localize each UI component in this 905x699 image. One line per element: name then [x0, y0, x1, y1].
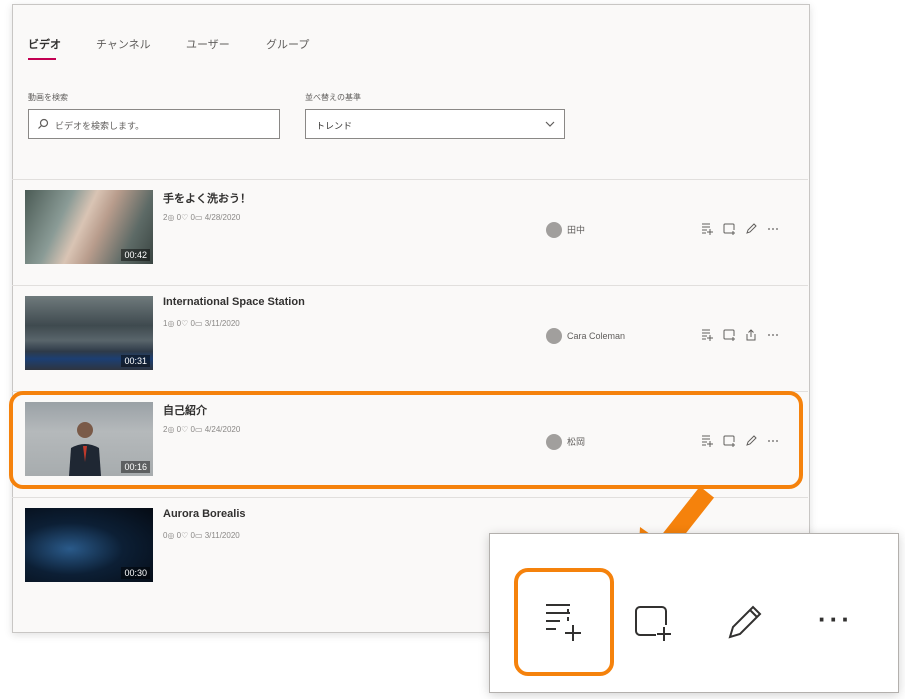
more-icon[interactable]	[766, 328, 780, 342]
video-owner[interactable]: Cara Coleman	[546, 327, 626, 344]
owner-name: 田中	[567, 225, 586, 236]
avatar	[546, 327, 562, 344]
video-duration: 00:30	[121, 567, 150, 579]
sort-value: トレンド	[316, 121, 353, 131]
share-icon[interactable]	[744, 328, 758, 342]
video-row[interactable]: 00:42 手をよく洗おう！ 2◎ 0♡ 0▭ 4/28/2020 田中	[12, 179, 808, 280]
add-to-group-icon[interactable]	[722, 434, 736, 448]
video-thumbnail[interactable]: 00:16	[25, 402, 153, 476]
video-title[interactable]: 手をよく洗おう！	[163, 190, 251, 206]
add-to-playlist-icon[interactable]	[540, 597, 588, 645]
edit-icon[interactable]	[744, 434, 758, 448]
video-stats: 1◎ 0♡ 0▭ 3/11/2020	[163, 319, 240, 328]
video-title[interactable]: Aurora Borealis	[163, 508, 246, 520]
more-icon[interactable]	[766, 222, 780, 236]
video-duration: 00:31	[121, 355, 150, 367]
video-title[interactable]: International Space Station	[163, 296, 305, 308]
row-actions	[700, 328, 792, 342]
active-tab-indicator	[28, 58, 56, 60]
avatar	[546, 433, 562, 450]
tab-users[interactable]: ユーザー	[186, 36, 230, 52]
video-thumbnail[interactable]: 00:42	[25, 190, 153, 264]
chevron-down-icon	[545, 121, 555, 127]
action-icons-zoom: ···	[489, 533, 899, 693]
more-icon[interactable]: ···	[818, 604, 853, 635]
edit-icon[interactable]	[744, 222, 758, 236]
video-stats: 2◎ 0♡ 0▭ 4/24/2020	[163, 425, 241, 434]
video-owner[interactable]: 松岡	[546, 433, 586, 450]
add-to-playlist-icon[interactable]	[700, 222, 714, 236]
video-owner[interactable]: 田中	[546, 221, 586, 238]
search-icon	[38, 118, 49, 129]
add-to-group-icon[interactable]	[722, 328, 736, 342]
sort-dropdown[interactable]: トレンド	[305, 109, 565, 139]
video-title[interactable]: 自己紹介	[163, 402, 207, 418]
video-thumbnail[interactable]: 00:30	[25, 508, 153, 582]
owner-name: Cara Coleman	[567, 330, 626, 341]
video-duration: 00:16	[121, 461, 150, 473]
search-input[interactable]: ビデオを検索します。	[28, 109, 280, 139]
video-stats: 0◎ 0♡ 0▭ 3/11/2020	[163, 531, 240, 540]
search-label: 動画を検索	[28, 93, 68, 102]
video-thumbnail[interactable]: 00:31	[25, 296, 153, 370]
tab-groups[interactable]: グループ	[266, 36, 309, 52]
add-to-playlist-icon[interactable]	[700, 328, 714, 342]
edit-icon[interactable]	[720, 597, 768, 645]
add-to-group-icon[interactable]	[630, 597, 678, 645]
row-actions	[700, 434, 792, 448]
add-to-playlist-icon[interactable]	[700, 434, 714, 448]
video-duration: 00:42	[121, 249, 150, 261]
add-to-group-icon[interactable]	[722, 222, 736, 236]
search-placeholder: ビデオを検索します。	[55, 121, 145, 131]
tab-channels[interactable]: チャンネル	[96, 36, 151, 52]
sort-label: 並べ替えの基準	[305, 93, 361, 102]
owner-name: 松岡	[567, 437, 586, 448]
video-row[interactable]: 00:16 自己紹介 2◎ 0♡ 0▭ 4/24/2020 松岡	[12, 391, 808, 492]
video-row[interactable]: 00:31 International Space Station 1◎ 0♡ …	[12, 285, 808, 386]
tab-videos[interactable]: ビデオ	[28, 36, 61, 52]
avatar	[546, 221, 562, 238]
row-actions	[700, 222, 792, 236]
video-stats: 2◎ 0♡ 0▭ 4/28/2020	[163, 213, 241, 222]
more-icon[interactable]	[766, 434, 780, 448]
